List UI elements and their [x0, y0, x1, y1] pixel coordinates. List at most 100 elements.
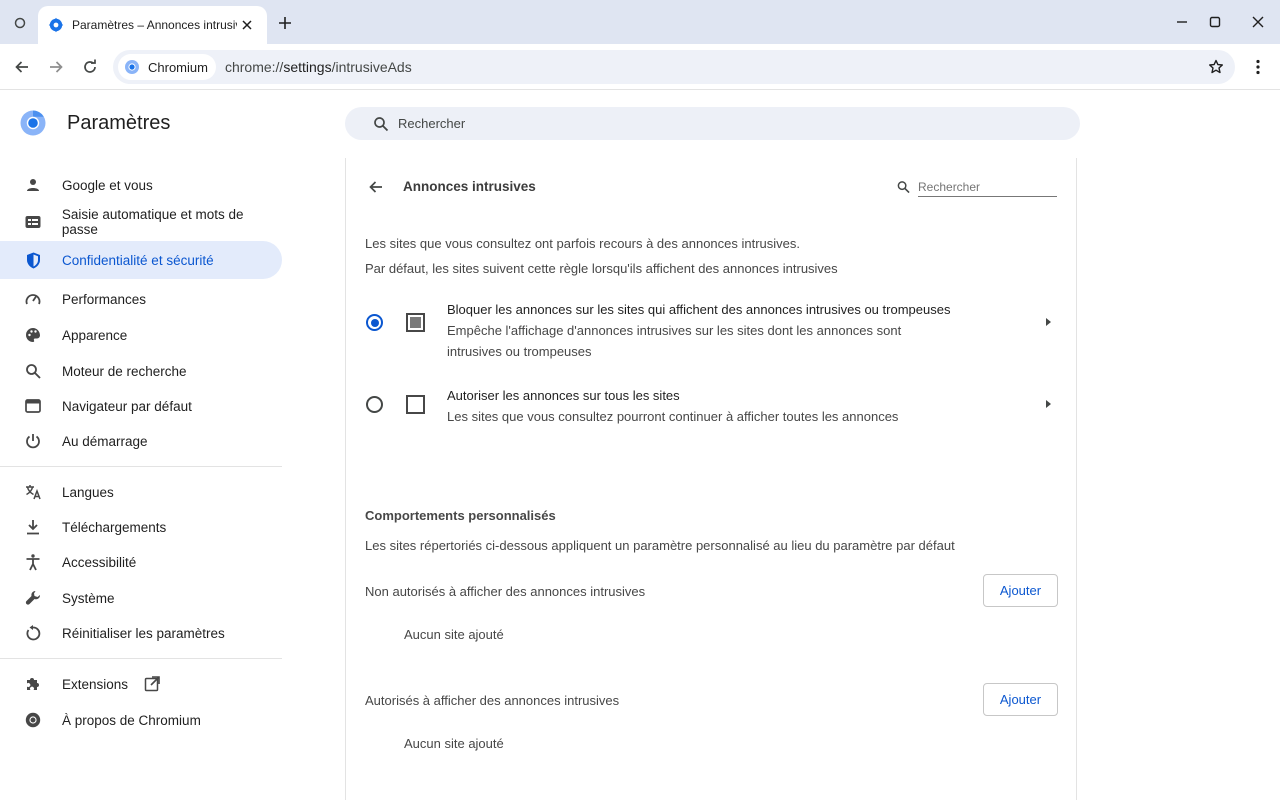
maximize-icon: [1209, 16, 1221, 28]
wrench-icon: [24, 589, 42, 607]
new-tab-button[interactable]: [273, 11, 297, 35]
tab-settings[interactable]: Paramètres – Annonces intrusives: [38, 6, 267, 44]
open-in-new-icon: [144, 676, 160, 692]
tab-close-button[interactable]: [237, 15, 257, 35]
default-behavior-text: Par défaut, les sites suivent cette règl…: [365, 261, 838, 276]
chip-label: Chromium: [148, 59, 208, 75]
accessibility-icon: [24, 553, 42, 571]
sidebar-item-downloads[interactable]: Téléchargements: [0, 508, 282, 546]
sidebar-item-search-engine[interactable]: Moteur de recherche: [0, 352, 282, 390]
subpage-search-input[interactable]: [918, 177, 1057, 197]
blocked-sites-label: Non autorisés à afficher des annonces in…: [365, 584, 646, 599]
caret-right-icon: [1046, 318, 1051, 326]
close-window-icon: [1252, 16, 1264, 28]
back-arrow-button[interactable]: [365, 176, 387, 198]
forward-button[interactable]: [42, 53, 70, 81]
url-text: chrome://settings/intrusiveAds: [225, 59, 412, 75]
shield-icon: [24, 251, 42, 269]
plus-icon: [279, 17, 291, 29]
custom-behaviors-heading: Comportements personnalisés: [365, 508, 556, 523]
close-icon: [242, 20, 252, 30]
sidebar-item-performance[interactable]: Performances: [0, 280, 282, 318]
sidebar-item-languages[interactable]: Langues: [0, 473, 282, 511]
chromium-icon: [125, 60, 139, 74]
arrow-right-icon: [50, 61, 63, 73]
sidebar-item-label: À propos de Chromium: [62, 712, 201, 728]
page-title: Annonces intrusives: [403, 179, 536, 194]
sidebar-item-label: Au démarrage: [62, 433, 148, 449]
tab-search-button[interactable]: [6, 9, 34, 37]
palette-icon: [24, 326, 42, 344]
radio-allow-ads[interactable]: [366, 396, 383, 413]
sidebar-item-startup[interactable]: Au démarrage: [0, 422, 282, 460]
sidebar-item-autofill[interactable]: Saisie automatique et mots de passe: [0, 203, 282, 241]
option-block-label: Bloquer les annonces sur les sites qui a…: [447, 302, 951, 317]
settings-search-bar[interactable]: Rechercher: [345, 107, 1080, 140]
url-host: settings: [283, 59, 332, 75]
bookmark-button[interactable]: [1205, 56, 1227, 78]
sidebar-item-extensions[interactable]: Extensions: [0, 665, 282, 703]
browser-window-icon: [24, 397, 42, 415]
sidebar-item-google[interactable]: Google et vous: [0, 166, 282, 204]
close-window-button[interactable]: [1238, 8, 1278, 36]
blocked-empty-text: Aucun site ajouté: [404, 627, 504, 642]
more-vert-icon: [1256, 59, 1260, 75]
add-allowed-site-button[interactable]: Ajouter: [983, 683, 1058, 716]
sidebar-item-label: Extensions: [62, 676, 129, 692]
sidebar-item-accessibility[interactable]: Accessibilité: [0, 543, 282, 581]
translate-icon: [24, 483, 42, 501]
option-allow-description: Les sites que vous consultez pourront co…: [447, 409, 899, 424]
sidebar-item-label: Moteur de recherche: [62, 363, 187, 379]
url-path: /intrusiveAds: [331, 59, 412, 75]
intro-text: Les sites que vous consultez ont parfois…: [365, 236, 801, 251]
subpage-search[interactable]: [897, 177, 1057, 197]
option-allow-label: Autoriser les annonces sur tous les site…: [447, 388, 680, 403]
arrow-left-icon: [15, 61, 28, 73]
sidebar-item-label: Google et vous: [62, 177, 153, 193]
chromium-logo-icon: [20, 110, 46, 136]
browser-toolbar: Chromium chrome://settings/intrusiveAds: [0, 44, 1280, 90]
allowed-empty-text: Aucun site ajouté: [404, 736, 504, 751]
site-info-chip[interactable]: Chromium: [118, 54, 216, 80]
puzzle-icon: [24, 675, 42, 693]
radio-block-ads[interactable]: [366, 314, 383, 331]
autofill-icon: [24, 213, 42, 231]
sidebar-item-about[interactable]: À propos de Chromium: [0, 701, 282, 739]
speedometer-icon: [24, 290, 42, 308]
search-icon: [374, 116, 389, 131]
power-icon: [24, 432, 42, 450]
sidebar-item-default-browser[interactable]: Navigateur par défaut: [0, 387, 282, 425]
tab-search-icon: [14, 17, 26, 29]
sidebar-item-appearance[interactable]: Apparence: [0, 316, 282, 354]
settings-search-placeholder: Rechercher: [398, 116, 466, 131]
sidebar-item-system[interactable]: Système: [0, 579, 282, 617]
sidebar-item-label: Performances: [62, 291, 147, 307]
tab-strip: Paramètres – Annonces intrusives: [0, 0, 1280, 44]
sidebar-item-reset[interactable]: Réinitialiser les paramètres: [0, 614, 282, 652]
arrow-back-icon: [369, 181, 382, 193]
settings-card: Annonces intrusives Les sites que vous c…: [345, 158, 1077, 800]
search-icon: [24, 362, 42, 380]
sidebar-divider: [0, 466, 282, 467]
sidebar-item-label: Réinitialiser les paramètres: [62, 625, 225, 641]
maximize-button[interactable]: [1195, 8, 1235, 36]
sidebar-item-label: Langues: [62, 484, 114, 500]
ads-blocked-icon: [406, 313, 425, 332]
sidebar-item-label: Accessibilité: [62, 554, 137, 570]
caret-right-icon: [1046, 400, 1051, 408]
allowed-sites-label: Autorisés à afficher des annonces intrus…: [365, 693, 620, 708]
sidebar-item-label: Apparence: [62, 327, 128, 343]
search-icon: [897, 181, 910, 194]
reset-icon: [24, 624, 42, 642]
sidebar-divider: [0, 658, 282, 659]
reload-button[interactable]: [76, 53, 104, 81]
option-block-description: Empêche l'affichage d'annonces intrusive…: [447, 323, 902, 359]
sidebar-item-privacy[interactable]: Confidentialité et sécurité: [0, 241, 282, 279]
reload-icon: [84, 59, 96, 73]
menu-button[interactable]: [1244, 53, 1272, 81]
tab-title: Paramètres – Annonces intrusives: [72, 18, 237, 32]
settings-title: Paramètres: [67, 112, 171, 134]
add-blocked-site-button[interactable]: Ajouter: [983, 574, 1058, 607]
back-button[interactable]: [8, 53, 36, 81]
address-bar[interactable]: Chromium chrome://settings/intrusiveAds: [113, 50, 1235, 84]
